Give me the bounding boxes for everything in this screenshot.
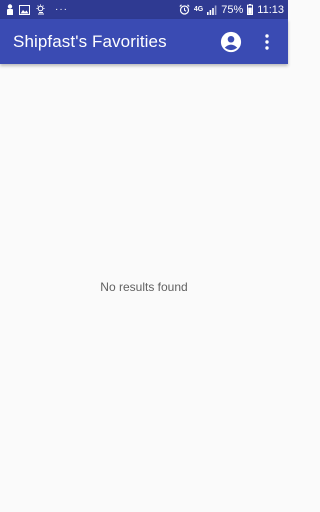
empty-state-message: No results found — [100, 280, 188, 294]
account-button[interactable] — [218, 29, 244, 55]
app-bar-actions — [218, 29, 280, 55]
image-icon — [19, 4, 30, 16]
alarm-icon — [179, 4, 190, 16]
network-type-label: 4G — [193, 6, 204, 13]
weather-icon — [35, 4, 46, 16]
battery-icon — [247, 4, 254, 16]
overflow-menu-button[interactable] — [254, 29, 280, 55]
app-bar: Shipfast's Favorities — [0, 19, 288, 64]
more-notifications-indicator: ··· — [55, 3, 68, 15]
status-bar: ··· 4G 75% 11:13 — [0, 0, 288, 19]
more-vert-icon — [264, 33, 270, 50]
status-left: ··· — [6, 4, 68, 16]
person-icon — [6, 4, 14, 16]
account-circle-icon — [220, 31, 242, 53]
app-title: Shipfast's Favorities — [13, 31, 167, 51]
status-right: 4G 75% 11:13 — [179, 4, 284, 16]
signal-icon — [207, 4, 217, 16]
clock: 11:13 — [257, 3, 284, 16]
battery-percent: 75% — [221, 3, 244, 16]
